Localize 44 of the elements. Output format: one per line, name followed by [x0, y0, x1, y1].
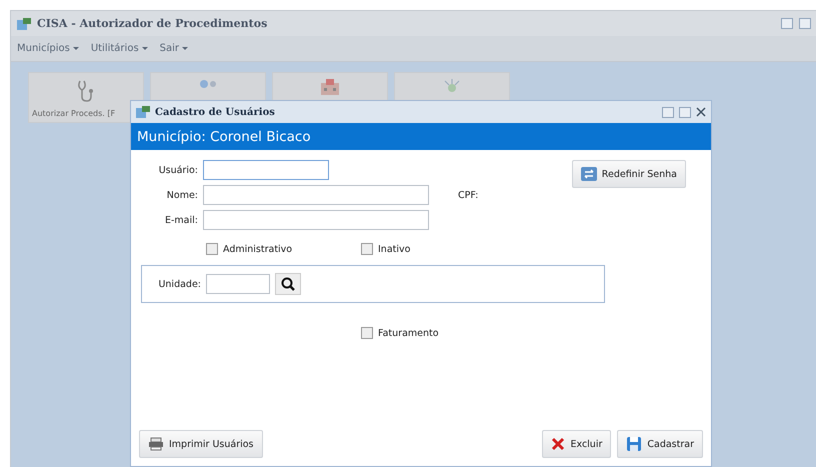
input-field[interactable]: [203, 185, 429, 205]
window-title: CISA - Autorizador de Procedimentos: [37, 17, 268, 30]
search-button[interactable]: [275, 273, 301, 295]
close-icon[interactable]: [696, 107, 706, 117]
delete-button[interactable]: Excluir: [542, 430, 612, 458]
checkbox[interactable]: [361, 243, 373, 255]
save-button[interactable]: Cadastrar: [617, 430, 703, 458]
printer-icon: [148, 437, 164, 451]
input-field[interactable]: [203, 160, 329, 180]
caret-icon: [142, 47, 148, 50]
checkbox[interactable]: [361, 327, 373, 339]
checkbox-label[interactable]: Faturamento: [361, 327, 516, 339]
checkbox-label[interactable]: Inativo: [361, 243, 516, 255]
field-label: Unidade:: [157, 278, 201, 290]
maximize-button[interactable]: [679, 106, 691, 118]
people-icon: [197, 79, 219, 89]
refresh-icon: [580, 167, 597, 181]
checkbox-label[interactable]: Administrativo: [206, 243, 361, 255]
municipality-header: Município: Coronel Bicaco: [131, 123, 711, 150]
field-label: CPF:: [458, 190, 478, 200]
checkbox[interactable]: [206, 243, 218, 255]
input-field[interactable]: [206, 274, 270, 294]
field-label: E-mail:: [164, 214, 198, 226]
dialog-title: Cadastro de Usuários: [155, 106, 276, 118]
menu-item[interactable]: Sair: [160, 43, 188, 54]
shortcut-tile[interactable]: Autorizar Proceds. [F: [28, 72, 144, 123]
maximize-button[interactable]: [799, 18, 811, 29]
field-label: Usuário:: [158, 164, 198, 176]
minimize-button[interactable]: [662, 106, 674, 118]
caret-icon: [182, 47, 188, 50]
search-icon: [281, 277, 295, 291]
stethoscope-icon: [76, 79, 96, 103]
virus-icon: [442, 79, 462, 93]
close-icon: [551, 437, 566, 451]
input-field[interactable]: [203, 210, 429, 230]
field-label: Nome:: [166, 190, 198, 200]
building-icon: [320, 79, 340, 95]
menu-item[interactable]: Utilitários: [90, 43, 148, 54]
print-button[interactable]: Imprimir Usuários: [139, 430, 263, 458]
reset-password-button[interactable]: Redefinir Senha: [572, 160, 686, 188]
minimize-button[interactable]: [781, 18, 793, 29]
menu-item[interactable]: Municípios: [17, 43, 79, 54]
caret-icon: [72, 47, 79, 50]
tile-label: Autorizar Proceds. [F: [31, 109, 116, 118]
